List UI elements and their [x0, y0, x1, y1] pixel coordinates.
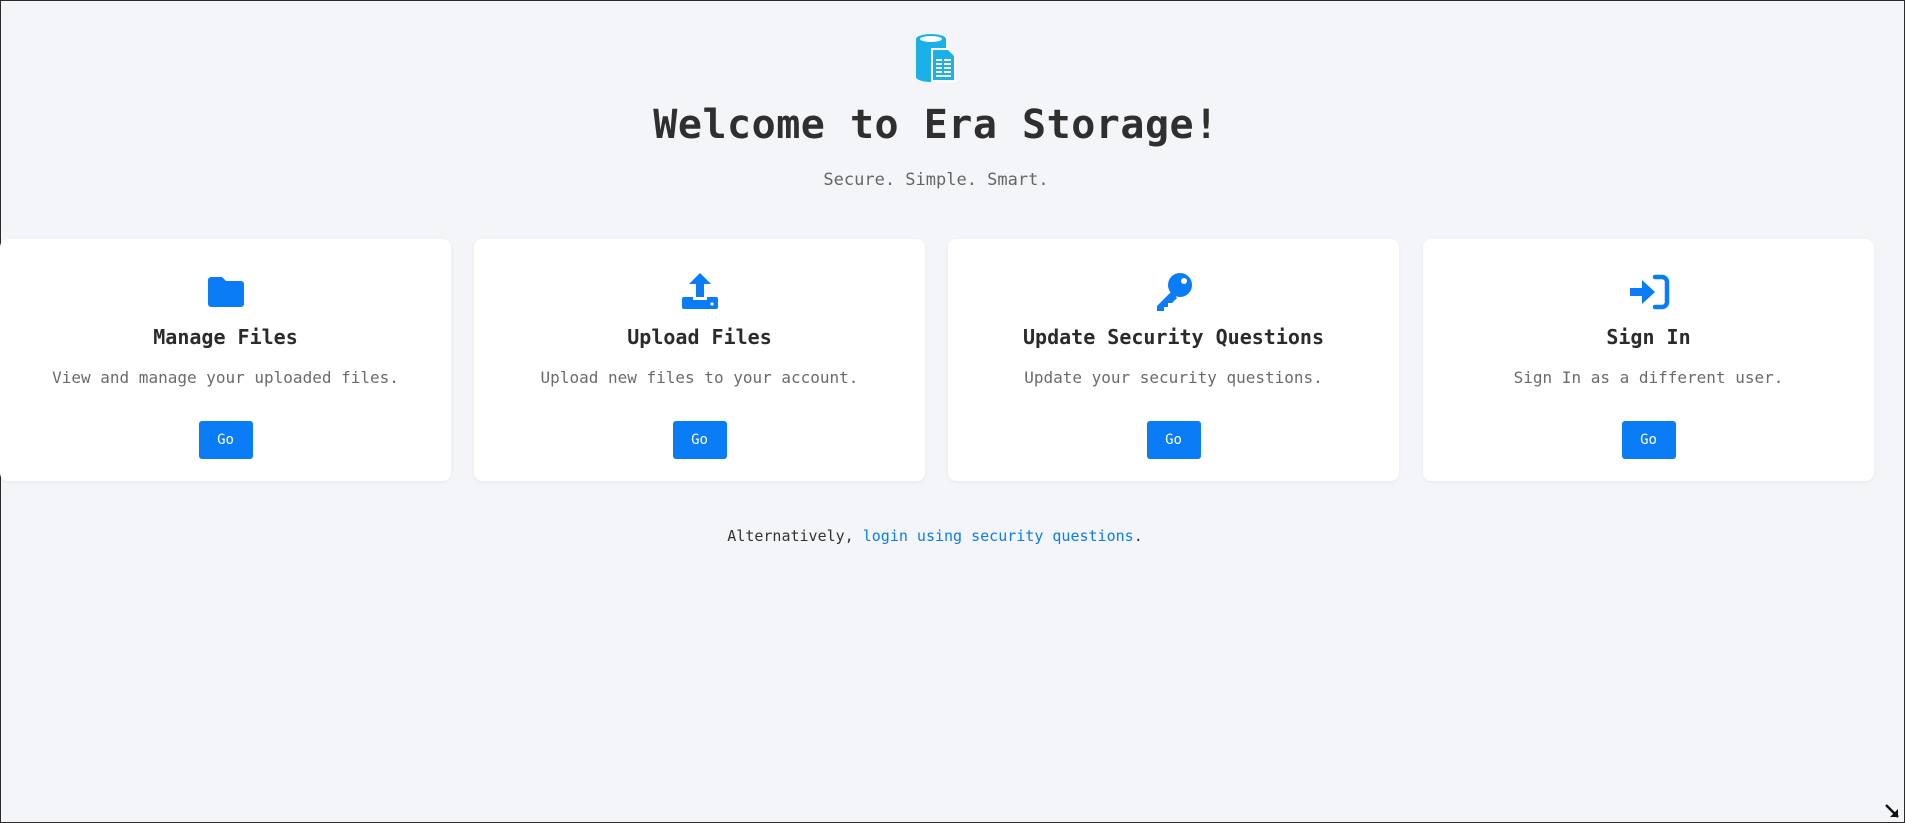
footer-suffix: .: [1133, 527, 1143, 545]
footer-prefix: Alternatively,: [727, 527, 863, 545]
storage-document-icon: [916, 34, 956, 82]
card-sign-in: Sign In Sign In as a different user. Go: [1423, 239, 1874, 481]
card-manage-files: Manage Files View and manage your upload…: [0, 239, 451, 481]
card-title: Manage Files: [153, 325, 298, 349]
sign-in-go-button[interactable]: Go: [1621, 421, 1676, 459]
card-description: Upload new files to your account.: [540, 368, 859, 387]
card-description: Sign In as a different user.: [1513, 368, 1784, 387]
page-subtitle: Secure. Simple. Smart.: [823, 170, 1049, 190]
card-title: Update Security Questions: [1022, 325, 1325, 349]
upload-icon: [681, 273, 718, 309]
folder-icon: [207, 277, 244, 307]
sign-in-icon: [1629, 274, 1669, 310]
page-title: Welcome to Era Storage!: [653, 102, 1219, 148]
card-update-security-questions: Update Security Questions Update your se…: [948, 239, 1399, 481]
card-upload-files: Upload Files Upload new files to your ac…: [474, 239, 925, 481]
card-title: Upload Files: [627, 325, 772, 349]
update-security-questions-go-button[interactable]: Go: [1146, 421, 1201, 459]
card-title: Sign In: [1606, 325, 1691, 349]
card-description: Update your security questions.: [1024, 368, 1323, 387]
manage-files-go-button[interactable]: Go: [198, 421, 253, 459]
security-questions-login-link[interactable]: login using security questions: [863, 527, 1134, 545]
resize-arrow-icon[interactable]: [1884, 803, 1902, 821]
key-icon: [1156, 273, 1192, 311]
alternative-login-text: Alternatively, login using security ques…: [0, 527, 1870, 545]
card-description: View and manage your uploaded files.: [52, 368, 399, 387]
upload-files-go-button[interactable]: Go: [672, 421, 727, 459]
